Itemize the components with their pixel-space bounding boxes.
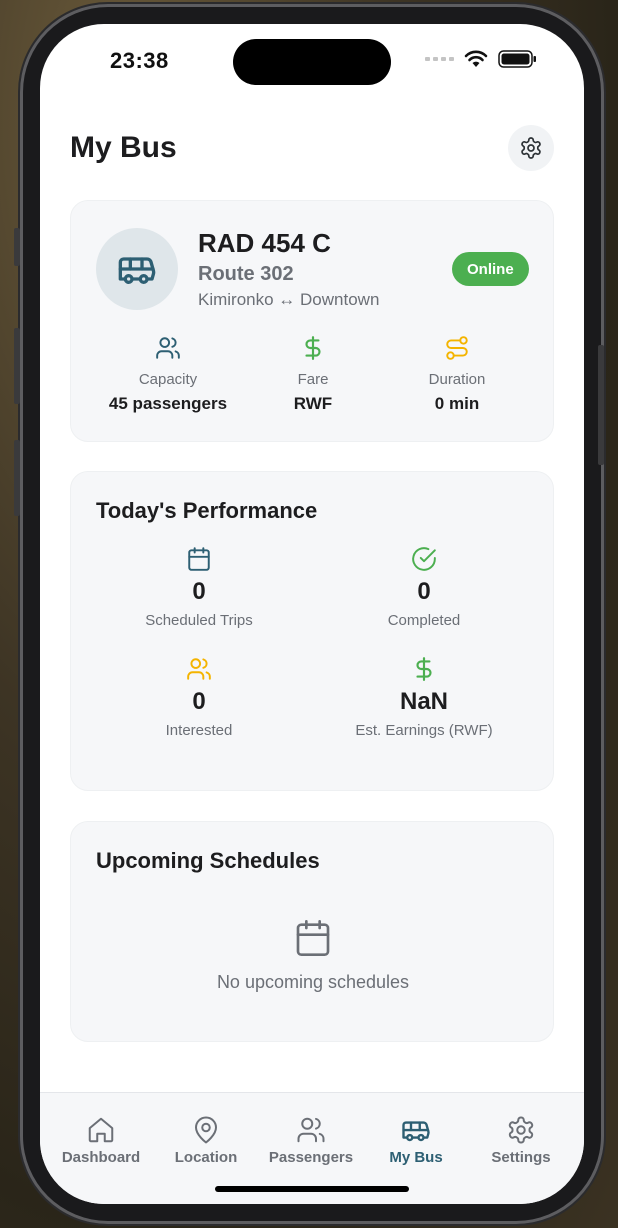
dynamic-island (233, 39, 391, 85)
dollar-icon (416, 657, 432, 681)
status-bar: 23:38 (40, 24, 584, 94)
volume-up-button (14, 328, 20, 404)
scheduled-trips-label: Scheduled Trips (145, 612, 253, 629)
scheduled-trips-metric: 0 Scheduled Trips (99, 546, 299, 629)
home-icon (88, 1117, 114, 1143)
duration-value: 0 min (434, 394, 480, 413)
volume-down-button (14, 440, 20, 516)
users-icon (187, 658, 211, 680)
performance-card: Today's Performance 0 Scheduled Trips 0 … (70, 471, 554, 791)
wifi-icon (464, 50, 488, 67)
empty-state-text: No upcoming schedules (216, 972, 410, 992)
capacity-value: 45 passengers (108, 394, 228, 413)
tab-dashboard[interactable]: Dashboard (47, 1115, 155, 1166)
dollar-icon (305, 336, 321, 360)
fare-stat: Fare RWF (233, 335, 393, 414)
page-header: My Bus (70, 124, 554, 172)
completed-label: Completed (387, 612, 461, 629)
earnings-metric: NaN Est. Earnings (RWF) (324, 656, 524, 739)
route-icon (446, 336, 468, 360)
battery-icon (498, 50, 536, 68)
capacity-label: Capacity (138, 371, 198, 388)
performance-title: Today's Performance (96, 498, 318, 523)
bus-route: Route 302 (198, 263, 294, 285)
home-indicator (215, 1186, 409, 1192)
gear-icon (508, 1116, 534, 1144)
completed-metric: 0 Completed (324, 546, 524, 629)
duration-stat: Duration 0 min (377, 335, 537, 414)
upcoming-title: Upcoming Schedules (96, 848, 320, 873)
cellular-signal-icon (425, 57, 454, 61)
fare-label: Fare (297, 371, 329, 388)
bus-plate: RAD 454 C (198, 228, 331, 258)
interested-label: Interested (165, 722, 233, 739)
duration-label: Duration (428, 371, 486, 388)
calendar-icon (296, 920, 330, 956)
fare-value: RWF (293, 394, 333, 413)
users-icon (297, 1117, 325, 1143)
completed-value: 0 (417, 578, 431, 605)
tab-settings[interactable]: Settings (467, 1115, 575, 1166)
screen: 23:38 My Bus RAD 454 C Route 302 Kimiron… (40, 24, 584, 1204)
page-title: My Bus (70, 131, 177, 164)
scheduled-trips-value: 0 (192, 578, 206, 605)
upcoming-schedules-card: Upcoming Schedules No upcoming schedules (70, 821, 554, 1042)
tab-location[interactable]: Location (152, 1115, 260, 1166)
bus-info-card: RAD 454 C Route 302 Kimironko ↔ Downtown… (70, 200, 554, 442)
status-badge: Online (452, 252, 529, 286)
tab-my-bus[interactable]: My Bus (362, 1115, 470, 1166)
tab-label: Settings (491, 1149, 551, 1166)
empty-state: No upcoming schedules (71, 918, 555, 993)
location-pin-icon (195, 1116, 217, 1144)
action-button (14, 228, 20, 266)
users-icon (156, 337, 180, 359)
capacity-stat: Capacity 45 passengers (88, 335, 248, 414)
route-path: Kimironko ↔ Downtown (198, 290, 380, 309)
earnings-label: Est. Earnings (RWF) (355, 722, 493, 739)
tab-label: Location (174, 1149, 238, 1166)
gear-icon (521, 137, 541, 159)
interested-metric: 0 Interested (99, 656, 299, 739)
status-time: 23:38 (110, 48, 169, 73)
interested-value: 0 (192, 688, 206, 715)
earnings-value: NaN (399, 688, 448, 715)
bus-icon (402, 1121, 430, 1142)
tab-passengers[interactable]: Passengers (257, 1115, 365, 1166)
tab-label: Passengers (268, 1149, 354, 1166)
settings-button[interactable] (508, 125, 554, 171)
power-button (598, 345, 604, 465)
calendar-icon (188, 547, 210, 571)
tab-label: Dashboard (61, 1149, 141, 1166)
bus-icon (118, 257, 156, 284)
check-circle-icon (412, 547, 436, 571)
status-icons (425, 50, 538, 68)
bus-avatar (96, 228, 178, 310)
tab-label: My Bus (389, 1149, 443, 1166)
